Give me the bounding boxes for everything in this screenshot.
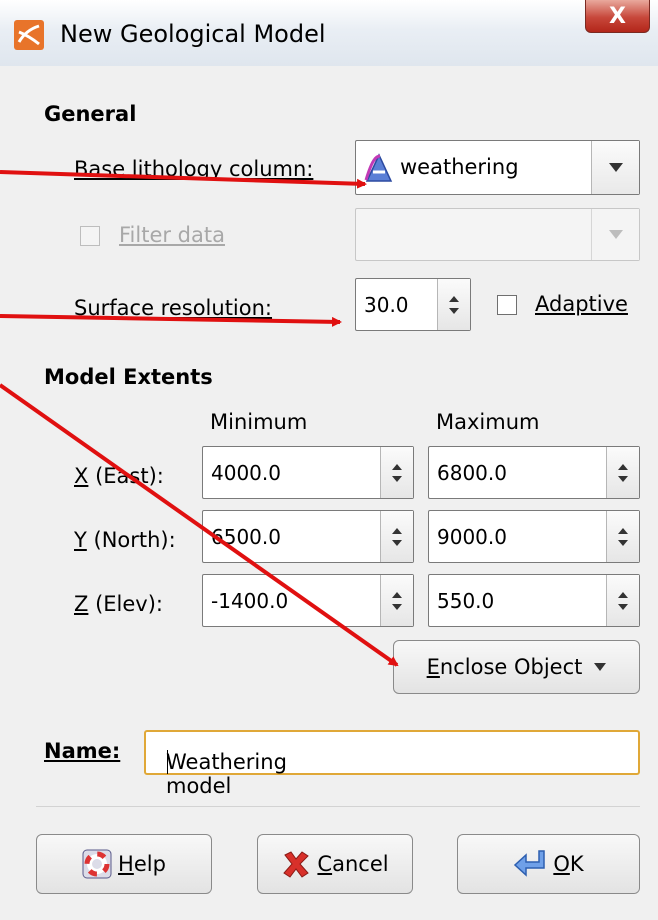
z-max-value: 550.0 [437,589,495,613]
close-button[interactable]: X [585,0,650,33]
window-title: New Geological Model [60,20,326,48]
y-max-spin-buttons[interactable] [606,511,639,562]
surface-resolution-spin-buttons[interactable] [437,279,470,330]
cancel-label: Cancel [317,852,388,876]
ok-key: O [553,852,570,876]
minimum-column-header: Minimum [210,410,308,434]
spin-arrows-icon [618,591,628,610]
x-max-spinbox[interactable]: 6800.0 [428,446,640,499]
base-lithology-label: Base lithology column: [74,157,314,181]
dialog-body: General Base lithology column: weatherin… [0,66,658,920]
y-max-spinbox[interactable]: 9000.0 [428,510,640,563]
filter-data-label: Filter data [119,223,225,247]
enter-arrow-icon [514,850,546,877]
help-key: H [118,852,134,876]
text-caret [167,750,168,774]
x-max-value: 6800.0 [437,461,507,485]
ok-rest: K [569,852,584,876]
y-min-spin-buttons[interactable] [380,511,413,562]
x-max-spin-buttons[interactable] [606,447,639,498]
surface-resolution-value: 30.0 [364,293,409,317]
y-key: Y [74,528,87,552]
enclose-object-label: Enclose Object [427,655,583,679]
enclose-rest: nclose Object [439,655,583,679]
name-label: Name: [44,739,120,763]
x-min-value: 4000.0 [211,461,281,485]
spin-arrows-icon [392,463,402,482]
name-label-text: Name: [44,739,121,763]
y-max-value: 9000.0 [437,525,507,549]
base-lithology-value: weathering [400,155,519,179]
help-button[interactable]: Help [36,834,212,894]
x-key: X [74,464,89,488]
cancel-x-icon [283,851,310,878]
x-min-spinbox[interactable]: 4000.0 [202,446,414,499]
base-lithology-combo[interactable]: weathering [355,140,640,195]
enclose-object-button[interactable]: Enclose Object [393,640,640,694]
separator [36,806,640,807]
adaptive-checkbox[interactable] [497,295,517,315]
z-min-spin-buttons[interactable] [380,575,413,626]
x-label-rest: (East): [88,464,164,488]
x-min-spin-buttons[interactable] [380,447,413,498]
y-north-label: Y (North): [74,528,176,552]
z-key: Z [74,592,89,616]
y-min-spinbox[interactable]: 6500.0 [202,510,414,563]
y-label-rest: (North): [86,528,176,552]
adaptive-label: Adaptive [535,292,628,316]
ok-button[interactable]: OK [457,834,640,894]
maximum-column-header: Maximum [436,410,540,434]
ok-label: OK [553,852,583,876]
filter-data-label-text: Filter data [119,223,225,247]
cancel-button[interactable]: Cancel [257,834,413,894]
chevron-down-icon [594,662,607,671]
spin-arrows-icon [449,295,459,314]
z-max-spinbox[interactable]: 550.0 [428,574,640,627]
z-label-rest: (Elev): [88,592,163,616]
y-min-value: 6500.0 [211,525,281,549]
z-min-value: -1400.0 [211,589,289,613]
enclose-key: E [426,655,440,679]
lifebuoy-help-icon [82,849,112,879]
close-icon: X [609,3,626,29]
title-bar[interactable]: New Geological Model X [0,0,658,67]
surface-resolution-spinbox[interactable]: 30.0 [355,278,471,331]
name-value: Weathering model [166,750,287,798]
spin-arrows-icon [392,591,402,610]
filter-data-dropdown-button[interactable] [591,209,639,260]
z-min-spinbox[interactable]: -1400.0 [202,574,414,627]
spin-arrows-icon [392,527,402,546]
app-icon [14,20,44,50]
x-east-label: X (East): [74,464,164,488]
help-label: Help [118,852,166,876]
spin-arrows-icon [618,527,628,546]
lithology-column-icon [364,153,393,182]
chevron-down-icon [608,229,623,239]
z-elev-label: Z (Elev): [74,592,163,616]
cancel-rest: ancel [332,852,389,876]
base-lithology-dropdown-button[interactable] [591,141,639,194]
cancel-key: C [317,852,333,876]
help-rest: elp [133,852,166,876]
chevron-down-icon [608,162,623,172]
filter-data-checkbox[interactable] [80,226,100,246]
spin-arrows-icon [618,463,628,482]
filter-data-combo[interactable] [355,208,640,261]
surface-resolution-label: Surface resolution: [74,296,273,320]
model-extents-heading: Model Extents [44,365,213,389]
name-input[interactable]: Weathering model [144,730,640,798]
general-heading: General [44,102,137,126]
z-max-spin-buttons[interactable] [606,575,639,626]
